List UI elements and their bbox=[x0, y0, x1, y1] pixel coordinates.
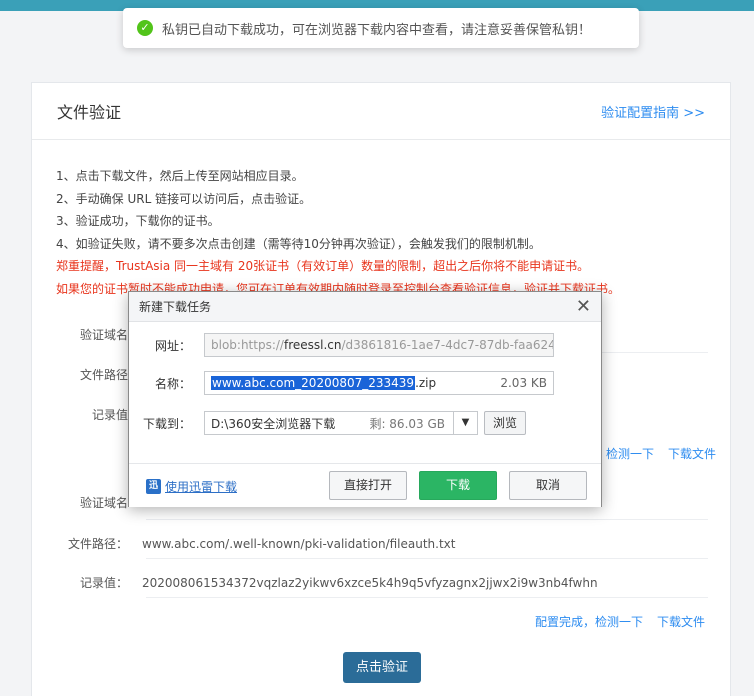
verification-guide-link[interactable]: 验证配置指南 >> bbox=[601, 102, 705, 121]
record1-path-row: 文件路径 bbox=[32, 366, 142, 383]
success-toast: ✓ 私钥已自动下载成功，可在浏览器下载内容中查看，请注意妥善保管私钥！ bbox=[123, 8, 639, 48]
url-row: 网址： blob:https://freessl.cn/d3861816-1ae… bbox=[129, 333, 554, 357]
card-title: 文件验证 bbox=[57, 103, 122, 122]
warning-1: 郑重提醒，TrustAsia 同一主域有 20张证书（有效订单）数量的限制，超出… bbox=[56, 259, 590, 273]
divider bbox=[146, 597, 708, 598]
file-size: 2.03 KB bbox=[500, 376, 547, 390]
filename-ext: .zip bbox=[415, 376, 437, 390]
record2-value-label: 记录值： bbox=[79, 576, 128, 590]
xunlei-icon: 迅 bbox=[146, 479, 161, 494]
download-button[interactable]: 下载 bbox=[419, 471, 497, 500]
record1-value-label: 记录值 bbox=[91, 408, 128, 422]
url-prefix: blob:https:// bbox=[211, 338, 284, 352]
divider bbox=[146, 558, 708, 559]
name-row: 名称： www.abc.com_20200807_233439.zip 2.03… bbox=[129, 371, 554, 395]
xunlei-download-link[interactable]: 迅 使用迅雷下载 bbox=[146, 478, 237, 495]
url-label: 网址： bbox=[154, 338, 191, 353]
free-space: 剩: 86.03 GB bbox=[369, 416, 445, 431]
filename-input[interactable]: www.abc.com_20200807_233439.zip 2.03 KB bbox=[204, 371, 554, 395]
step-1: 1、点击下载文件，然后上传至网站相应目录。 bbox=[56, 169, 304, 183]
record2-domain-row: 验证域名 bbox=[32, 494, 142, 511]
url-field[interactable]: blob:https://freessl.cn/d3861816-1ae7-4d… bbox=[204, 333, 554, 357]
filename-selected: www.abc.com_20200807_233439 bbox=[211, 376, 416, 390]
record2-check-link[interactable]: 配置完成，检测一下 bbox=[535, 615, 643, 629]
record1-path-label: 文件路径 bbox=[79, 368, 128, 382]
dialog-titlebar: 新建下载任务 ✕ bbox=[129, 292, 601, 322]
record2-path-row: 文件路径： www.abc.com/.well-known/pki-valida… bbox=[32, 535, 456, 552]
close-icon[interactable]: ✕ bbox=[576, 297, 591, 316]
record1-links: 检测一下 下载文件 bbox=[592, 445, 716, 462]
record2-value: 202008061534372vqzlaz2yikwv6xzce5k4h9q5v… bbox=[142, 575, 598, 590]
open-direct-button[interactable]: 直接打开 bbox=[329, 471, 407, 500]
step-4: 4、如验证失败，请不要多次点击创建（需等待10分钟再次验证），会触发我们的限制机… bbox=[56, 236, 541, 251]
record2-domain-label: 验证域名 bbox=[79, 496, 128, 510]
url-rest: /d3861816-1ae7-4dc7-87db-faa6243 bbox=[341, 338, 554, 352]
url-host: freessl.cn bbox=[283, 338, 342, 352]
record1-domain-row: 验证域名 bbox=[32, 326, 142, 343]
record2-download-link[interactable]: 下载文件 bbox=[657, 615, 705, 629]
step-2: 2、手动确保 URL 链接可以访问后，点击验证。 bbox=[56, 191, 312, 206]
browse-button[interactable]: 浏览 bbox=[484, 411, 526, 435]
dialog-footer: 迅 使用迅雷下载 直接打开 下载 取消 bbox=[129, 463, 601, 507]
dialog-title: 新建下载任务 bbox=[139, 300, 212, 314]
toast-message: 私钥已自动下载成功，可在浏览器下载内容中查看，请注意妥善保管私钥！ bbox=[162, 22, 592, 38]
check-circle-icon: ✓ bbox=[137, 20, 153, 36]
xunlei-label: 使用迅雷下载 bbox=[165, 480, 238, 494]
chevron-down-icon[interactable]: ▼ bbox=[453, 412, 477, 434]
verify-button[interactable]: 点击验证 bbox=[343, 652, 421, 683]
record2-path-label: 文件路径： bbox=[67, 537, 128, 551]
save-path-select[interactable]: D:\360安全浏览器下载 剩: 86.03 GB ▼ bbox=[204, 411, 478, 435]
card-header: 文件验证 验证配置指南 >> bbox=[32, 83, 730, 140]
save-path-value: D:\360安全浏览器下载 bbox=[211, 416, 336, 431]
record2-path-value: www.abc.com/.well-known/pki-validation/f… bbox=[142, 536, 456, 551]
step-3: 3、验证成功，下载你的证书。 bbox=[56, 214, 220, 228]
record1-check-link[interactable]: 检测一下 bbox=[606, 447, 654, 461]
cancel-button[interactable]: 取消 bbox=[509, 471, 587, 500]
new-download-dialog: 新建下载任务 ✕ 网址： blob:https://freessl.cn/d38… bbox=[128, 291, 602, 507]
name-label: 名称： bbox=[154, 376, 191, 391]
instruction-list: 1、点击下载文件，然后上传至网站相应目录。 2、手动确保 URL 链接可以访问后… bbox=[56, 165, 620, 300]
record1-domain-label: 验证域名 bbox=[79, 328, 128, 342]
divider bbox=[146, 519, 708, 520]
record1-download-link[interactable]: 下载文件 bbox=[668, 447, 716, 461]
record1-value-row: 记录值 bbox=[32, 406, 142, 423]
record2-value-row: 记录值： 202008061534372vqzlaz2yikwv6xzce5k4… bbox=[32, 574, 598, 591]
record2-links: 配置完成，检测一下 下载文件 bbox=[535, 613, 705, 630]
save-path-label: 下载到： bbox=[142, 416, 191, 431]
save-path-row: 下载到： D:\360安全浏览器下载 剩: 86.03 GB ▼ 浏览 bbox=[129, 411, 526, 435]
